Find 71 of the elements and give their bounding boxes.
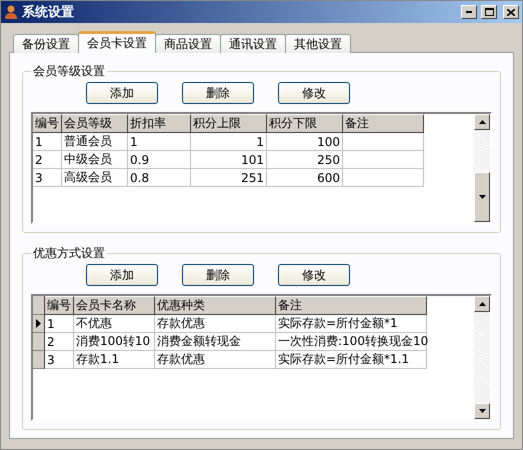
column-header[interactable]: 积分上限 bbox=[191, 114, 267, 133]
table-cell: 1 bbox=[128, 133, 191, 151]
table-cell: 实际存款=所付金额*1.1 bbox=[276, 351, 427, 369]
table-cell: 存款1.1 bbox=[74, 351, 155, 369]
table-cell: 2 bbox=[33, 151, 62, 169]
group-title: 优惠方式设置 bbox=[32, 245, 106, 262]
column-header[interactable]: 编号 bbox=[33, 114, 62, 133]
table-cell: 0.8 bbox=[128, 169, 191, 187]
row-header[interactable] bbox=[33, 333, 45, 351]
action-button[interactable]: 添加 bbox=[86, 82, 158, 104]
minimize-icon bbox=[466, 11, 472, 13]
table-cell: 3 bbox=[45, 351, 74, 369]
table-cell: 存款优惠 bbox=[155, 351, 276, 369]
window-title: 系统设置 bbox=[22, 4, 75, 21]
row-header[interactable] bbox=[33, 315, 45, 333]
table-cell: 600 bbox=[267, 169, 343, 187]
tab[interactable]: 商品设置 bbox=[155, 34, 221, 53]
column-header[interactable]: 折扣率 bbox=[128, 114, 191, 133]
table-cell: 中级会员 bbox=[62, 151, 128, 169]
table-cell: 高级会员 bbox=[62, 169, 128, 187]
scrollbar[interactable] bbox=[474, 114, 490, 222]
row-header[interactable] bbox=[33, 351, 45, 369]
tab[interactable]: 备份设置 bbox=[13, 34, 79, 53]
row-header bbox=[33, 296, 45, 315]
table-cell: 101 bbox=[191, 151, 267, 169]
column-header[interactable]: 优惠种类 bbox=[155, 296, 276, 315]
scroll-up-icon bbox=[478, 302, 486, 306]
scroll-down-icon bbox=[478, 409, 486, 413]
table-cell: 1 bbox=[45, 315, 74, 333]
table-cell: 不优惠 bbox=[74, 315, 155, 333]
user-icon bbox=[4, 4, 18, 20]
action-button[interactable]: 删除 bbox=[182, 82, 254, 104]
tab[interactable]: 通讯设置 bbox=[220, 34, 286, 53]
table-cell: 消费100转10 bbox=[74, 333, 155, 351]
table-cell: 一次性消费:100转换现金10 bbox=[276, 333, 427, 351]
close-icon bbox=[507, 8, 515, 16]
table-cell: 3 bbox=[33, 169, 62, 187]
table-cell: 消费金额转现金 bbox=[155, 333, 276, 351]
table-cell: 1 bbox=[191, 133, 267, 151]
column-header[interactable]: 备注 bbox=[276, 296, 427, 315]
scroll-up-icon bbox=[478, 120, 486, 124]
data-grid[interactable]: 编号 会员等级 折扣率 积分上限 积分下限 备注 1 普通会员 1 1 100 2 中级会员 0.9 101 250 3 高级会员 0.8 251 600 bbox=[31, 112, 492, 224]
minimize-button[interactable] bbox=[461, 5, 477, 19]
action-button[interactable]: 修改 bbox=[278, 82, 350, 104]
table-cell: 100 bbox=[267, 133, 343, 151]
maximize-button[interactable] bbox=[481, 5, 497, 19]
scroll-down-icon bbox=[478, 195, 486, 199]
action-button[interactable]: 修改 bbox=[278, 264, 350, 286]
column-header[interactable]: 备注 bbox=[343, 114, 424, 133]
table-cell: 0.9 bbox=[128, 151, 191, 169]
tab[interactable]: 其他设置 bbox=[285, 34, 351, 53]
column-header[interactable]: 编号 bbox=[45, 296, 74, 315]
column-header[interactable]: 会员等级 bbox=[62, 114, 128, 133]
current-row-icon bbox=[36, 319, 41, 328]
group-title: 会员等级设置 bbox=[32, 63, 106, 80]
data-grid[interactable]: 编号 会员卡名称 优惠种类 备注 1 不优惠 存款优惠 实际存款=所付金额*1 2 消费100转10 消费金额转现金 一次性消费:100转换现金10 3 存款1.1 存款优惠 实际存款=所付金额*1.1 bbox=[31, 294, 492, 421]
scrollbar[interactable] bbox=[474, 296, 490, 419]
column-header[interactable]: 积分下限 bbox=[267, 114, 343, 133]
table-cell: 2 bbox=[45, 333, 74, 351]
tab[interactable]: 会员卡设置 bbox=[78, 31, 156, 53]
action-button[interactable]: 添加 bbox=[86, 264, 158, 286]
table-cell: 250 bbox=[267, 151, 343, 169]
close-button[interactable] bbox=[503, 5, 519, 19]
table-cell: 实际存款=所付金额*1 bbox=[276, 315, 427, 333]
column-header[interactable]: 会员卡名称 bbox=[74, 296, 155, 315]
table-cell: 存款优惠 bbox=[155, 315, 276, 333]
table-cell: 普通会员 bbox=[62, 133, 128, 151]
action-button[interactable]: 删除 bbox=[182, 264, 254, 286]
maximize-icon bbox=[484, 8, 494, 16]
table-cell: 251 bbox=[191, 169, 267, 187]
table-cell: 1 bbox=[33, 133, 62, 151]
